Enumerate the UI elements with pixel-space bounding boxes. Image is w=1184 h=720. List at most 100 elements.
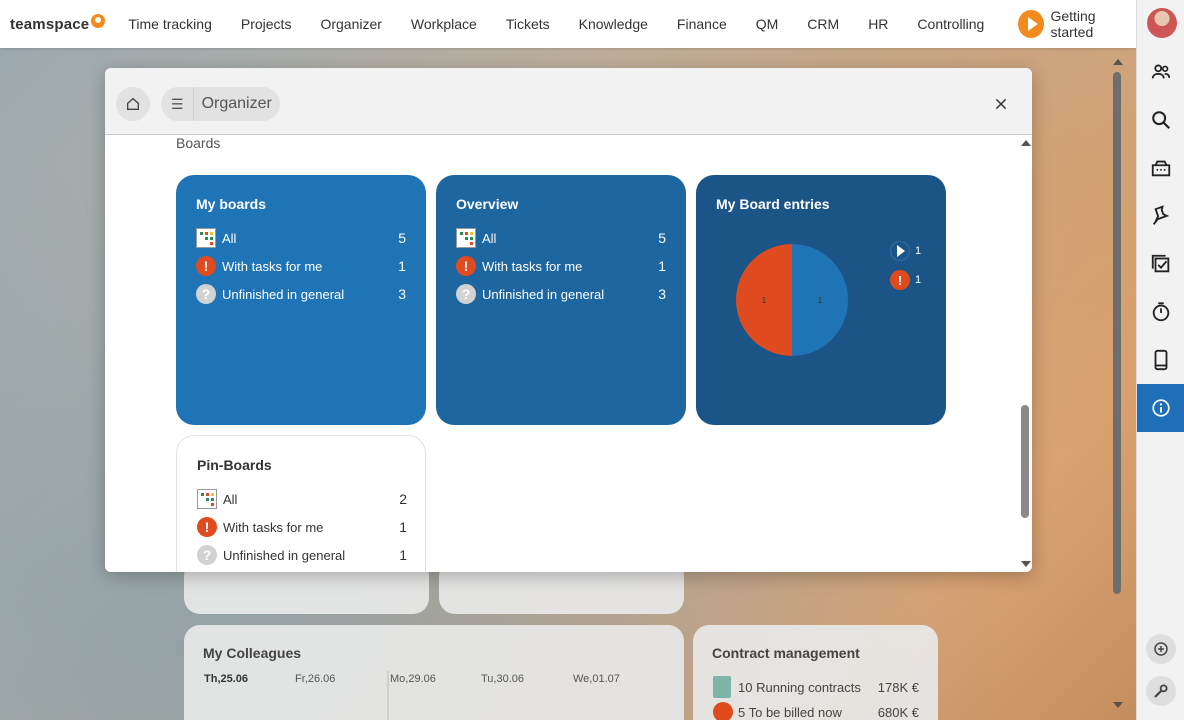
contract-row-label: 5 To be billed now xyxy=(738,704,842,720)
organizer-dialog: ☰ Organizer Boards My boards All 5 ! Wit… xyxy=(105,68,1032,572)
board-row-all[interactable]: All 5 xyxy=(456,227,666,249)
scroll-up-arrow-icon[interactable] xyxy=(1021,140,1031,146)
breadcrumb[interactable]: ☰ Organizer xyxy=(161,87,280,121)
contract-row[interactable]: 5 To be billed now 680K € xyxy=(713,702,919,720)
row-label: Unfinished in general xyxy=(222,286,345,302)
calendar-day: Mo,29.06 xyxy=(390,673,436,685)
scrollbar-thumb[interactable] xyxy=(1021,405,1029,518)
section-title: Boards xyxy=(176,135,221,151)
row-count: 1 xyxy=(658,258,666,274)
row-count: 5 xyxy=(398,230,406,246)
row-label: Unfinished in general xyxy=(223,547,346,563)
exclamation-icon: ! xyxy=(197,517,217,537)
row-label: All xyxy=(482,230,497,246)
close-icon xyxy=(995,98,1007,110)
nav-controlling[interactable]: Controlling xyxy=(917,16,984,32)
scrollbar-thumb[interactable] xyxy=(1113,72,1121,594)
colleagues-title: My Colleagues xyxy=(203,645,302,661)
nav-knowledge[interactable]: Knowledge xyxy=(579,16,648,32)
info-icon[interactable] xyxy=(1137,384,1184,432)
board-row-all[interactable]: All 2 xyxy=(197,488,407,510)
contract-row[interactable]: 10 Running contracts 178K € xyxy=(713,676,919,698)
home-icon xyxy=(127,97,139,110)
board-row-tasks-for-me[interactable]: ! With tasks for me 1 xyxy=(456,255,666,277)
colleagues-widget: My Colleagues Th,25.06 Fr,26.06 Mo,29.06… xyxy=(184,625,684,720)
calendar-day: Fr,26.06 xyxy=(295,673,336,685)
logo-mark-icon xyxy=(91,14,106,28)
nav-time-tracking[interactable]: Time tracking xyxy=(128,16,212,32)
legend-item[interactable]: ! 1 xyxy=(890,270,921,290)
exclamation-icon: ! xyxy=(890,270,910,290)
people-icon[interactable] xyxy=(1137,48,1184,96)
getting-started-button[interactable]: Getting started xyxy=(1018,8,1136,40)
row-label: With tasks for me xyxy=(222,258,323,274)
tile-title: Overview xyxy=(456,196,519,212)
legend-item[interactable]: 1 xyxy=(890,241,921,261)
board-icon xyxy=(197,489,217,509)
question-icon: ? xyxy=(197,545,217,565)
exclamation-icon: ! xyxy=(196,256,216,276)
legend-value: 1 xyxy=(915,274,922,286)
tasks-icon[interactable] xyxy=(1137,240,1184,288)
calendar-day: Tu,30.06 xyxy=(481,673,525,685)
wrench-icon[interactable] xyxy=(1146,676,1176,706)
add-icon[interactable] xyxy=(1146,634,1176,664)
dialog-header: ☰ Organizer xyxy=(105,68,1032,135)
overview-tile[interactable]: Overview All 5 ! With tasks for me 1 ? U… xyxy=(436,175,686,425)
pin-boards-tile[interactable]: Pin-Boards All 2 ! With tasks for me 1 ?… xyxy=(176,435,426,572)
pin-icon[interactable] xyxy=(1137,192,1184,240)
my-boards-tile[interactable]: My boards All 5 ! With tasks for me 1 ? … xyxy=(176,175,426,425)
scroll-down-arrow-icon[interactable] xyxy=(1021,561,1031,567)
board-icon xyxy=(196,228,216,248)
legend-value: 1 xyxy=(915,245,922,257)
mobile-icon[interactable] xyxy=(1137,336,1184,384)
nav-finance[interactable]: Finance xyxy=(677,16,727,32)
exclamation-icon xyxy=(713,702,733,720)
row-count: 3 xyxy=(398,286,406,302)
nav-projects[interactable]: Projects xyxy=(241,16,292,32)
dialog-body: Boards My boards All 5 ! With tasks for … xyxy=(105,135,1032,572)
nav-crm[interactable]: CRM xyxy=(807,16,839,32)
stopwatch-icon[interactable] xyxy=(1137,288,1184,336)
question-icon: ? xyxy=(456,284,476,304)
inbox-icon[interactable] xyxy=(1137,144,1184,192)
nav-qm[interactable]: QM xyxy=(756,16,779,32)
home-button[interactable] xyxy=(116,87,150,121)
search-icon[interactable] xyxy=(1137,96,1184,144)
scroll-up-arrow-icon[interactable] xyxy=(1113,59,1123,65)
tile-title: Pin-Boards xyxy=(197,457,272,473)
board-row-unfinished[interactable]: ? Unfinished in general 3 xyxy=(196,283,406,305)
nav-workplace[interactable]: Workplace xyxy=(411,16,477,32)
menu-icon: ☰ xyxy=(171,95,184,112)
breadcrumb-divider xyxy=(192,87,194,121)
dialog-scrollbar[interactable] xyxy=(1018,135,1032,572)
calendar-day: Th,25.06 xyxy=(204,673,249,685)
tile-title: My boards xyxy=(196,196,267,212)
logo-text: teamspace xyxy=(10,15,90,33)
nav-hr[interactable]: HR xyxy=(868,16,888,32)
contract-management-title: Contract management xyxy=(712,645,860,661)
close-button[interactable] xyxy=(989,92,1013,116)
today-divider xyxy=(387,671,389,720)
avatar[interactable] xyxy=(1147,8,1177,38)
board-row-unfinished[interactable]: ? Unfinished in general 1 xyxy=(197,544,407,566)
nav-tickets[interactable]: Tickets xyxy=(506,16,550,32)
board-row-tasks-for-me[interactable]: ! With tasks for me 1 xyxy=(196,255,406,277)
calendar-day: We,01.07 xyxy=(573,673,620,685)
contract-row-value: 680K € xyxy=(877,704,919,720)
document-icon xyxy=(713,676,731,698)
row-count: 2 xyxy=(399,491,407,507)
row-count: 3 xyxy=(658,286,666,302)
teamspace-logo[interactable]: teamspace xyxy=(10,14,106,33)
contract-management-widget: Contract management 10 Running contracts… xyxy=(693,625,938,720)
nav-organizer[interactable]: Organizer xyxy=(320,16,381,32)
question-icon: ? xyxy=(196,284,216,304)
play-icon xyxy=(890,241,910,261)
board-row-tasks-for-me[interactable]: ! With tasks for me 1 xyxy=(197,516,407,538)
contract-row-value: 178K € xyxy=(877,679,919,695)
board-row-all[interactable]: All 5 xyxy=(196,227,406,249)
my-board-entries-tile[interactable]: My Board entries 11 1 ! 1 xyxy=(696,175,946,425)
board-row-unfinished[interactable]: ? Unfinished in general 3 xyxy=(456,283,666,305)
page-scrollbar[interactable] xyxy=(1110,56,1124,712)
scroll-down-arrow-icon[interactable] xyxy=(1113,702,1123,708)
